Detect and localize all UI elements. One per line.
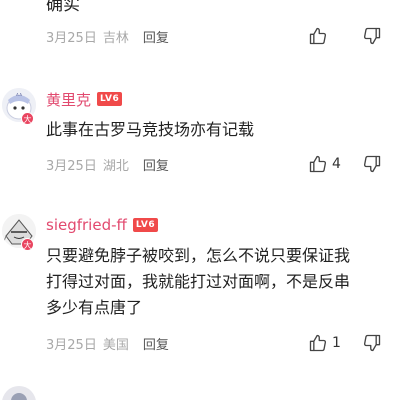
username[interactable]: 黄里克 <box>46 89 91 110</box>
avatar-image <box>2 386 36 400</box>
thumbs-up-icon <box>309 334 327 352</box>
comment-line: 此事在古罗马竞技场亦有记载 <box>46 120 255 139</box>
reply-button[interactable]: 回复 <box>143 155 169 174</box>
comment-meta: 3月25日 美国 回复 <box>46 333 169 353</box>
level-badge: LV6 <box>97 92 123 106</box>
level-badge: LV6 <box>132 218 159 232</box>
comment-line: 打得过对面，我就能打过对面啊，不是反串 <box>46 272 351 291</box>
like-count: 1 <box>332 335 341 351</box>
comment-line: 只要避免脖子被咬到，怎么不说只要保证我 <box>46 246 351 265</box>
avatar-badge: 大 <box>21 238 34 251</box>
avatar-badge: 大 <box>21 112 34 125</box>
comment-meta: 3月25日 吉林 回复 <box>46 26 169 46</box>
dislike-button[interactable] <box>362 154 382 174</box>
comment-text: 此事在古罗马竞技场亦有记载 <box>46 117 400 143</box>
thumbs-up-icon <box>309 155 327 173</box>
dislike-button[interactable] <box>362 333 382 353</box>
like-button[interactable] <box>308 26 342 46</box>
svg-text:ᐞᐞ: ᐞᐞ <box>16 93 23 100</box>
dislike-button[interactable] <box>362 26 382 46</box>
reply-button[interactable]: 回复 <box>143 27 169 46</box>
comment-header: siegfried-ff LV6 <box>46 215 159 235</box>
thumbs-up-icon <box>309 27 327 45</box>
username[interactable]: siegfried-ff <box>46 216 127 234</box>
comment-date: 3月25日 <box>46 337 97 353</box>
comment-actions: 4 <box>308 153 382 175</box>
comment-list: 确实 3月25日 吉林 回复 ᐞᐞ 大 黄里克 LV6 此事在古罗马竞技场亦有记… <box>0 0 400 400</box>
comment-header: 黄里克 LV6 <box>46 89 123 110</box>
thumbs-down-icon <box>363 27 381 45</box>
comment-date: 3月25日 <box>46 30 97 46</box>
comment-meta: 3月25日 湖北 回复 <box>46 154 169 174</box>
comment-actions <box>308 25 382 47</box>
comment-location: 湖北 <box>102 158 129 174</box>
like-count: 4 <box>332 156 341 172</box>
comment-location: 美国 <box>102 337 129 353</box>
like-button[interactable]: 4 <box>308 154 342 174</box>
comment-line: 多少有点唐了 <box>46 298 143 317</box>
comment-location: 吉林 <box>102 30 129 46</box>
comment-header <box>46 392 126 400</box>
comment-text: 只要避免脖子被咬到，怎么不说只要保证我 打得过对面，我就能打过对面啊，不是反串 … <box>46 243 400 321</box>
comment-actions: 1 <box>308 332 382 354</box>
avatar[interactable] <box>2 386 36 400</box>
thumbs-down-icon <box>363 334 381 352</box>
comment-date: 3月25日 <box>46 158 97 174</box>
like-button[interactable]: 1 <box>308 333 342 353</box>
reply-button[interactable]: 回复 <box>143 334 169 353</box>
thumbs-down-icon <box>363 155 381 173</box>
comment-text: 确实 <box>46 0 80 15</box>
